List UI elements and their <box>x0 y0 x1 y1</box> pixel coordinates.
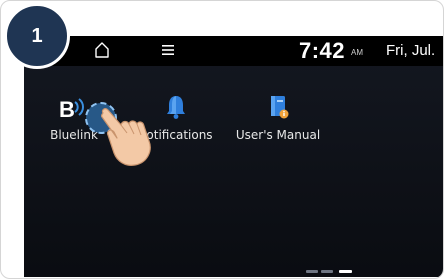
date-label: Fri, Jul. <box>386 42 436 59</box>
instruction-frame: 7:42 AM Fri, Jul. B Bluelink Notificatio… <box>0 0 444 279</box>
page-dot[interactable] <box>321 270 333 273</box>
clock-ampm: AM <box>351 48 363 57</box>
home-icon[interactable] <box>94 41 110 59</box>
step-number: 1 <box>31 25 43 47</box>
bell-icon <box>167 96 185 119</box>
svg-text:B: B <box>59 97 75 120</box>
pointing-hand-icon <box>100 108 151 166</box>
page-indicator <box>306 270 356 274</box>
clock-time: 7:42 <box>299 38 346 63</box>
infotainment-screen: 7:42 AM Fri, Jul. B Bluelink Notificatio… <box>24 36 443 277</box>
page-dot-active[interactable] <box>339 270 352 273</box>
page-dot[interactable] <box>306 270 318 273</box>
manual-book-icon <box>271 96 289 119</box>
menu-icon[interactable] <box>160 42 176 58</box>
status-bar: 7:42 AM Fri, Jul. <box>24 36 443 66</box>
step-number-badge: 1 <box>4 3 70 69</box>
app-label-users-manual: User's Manual <box>235 128 321 142</box>
